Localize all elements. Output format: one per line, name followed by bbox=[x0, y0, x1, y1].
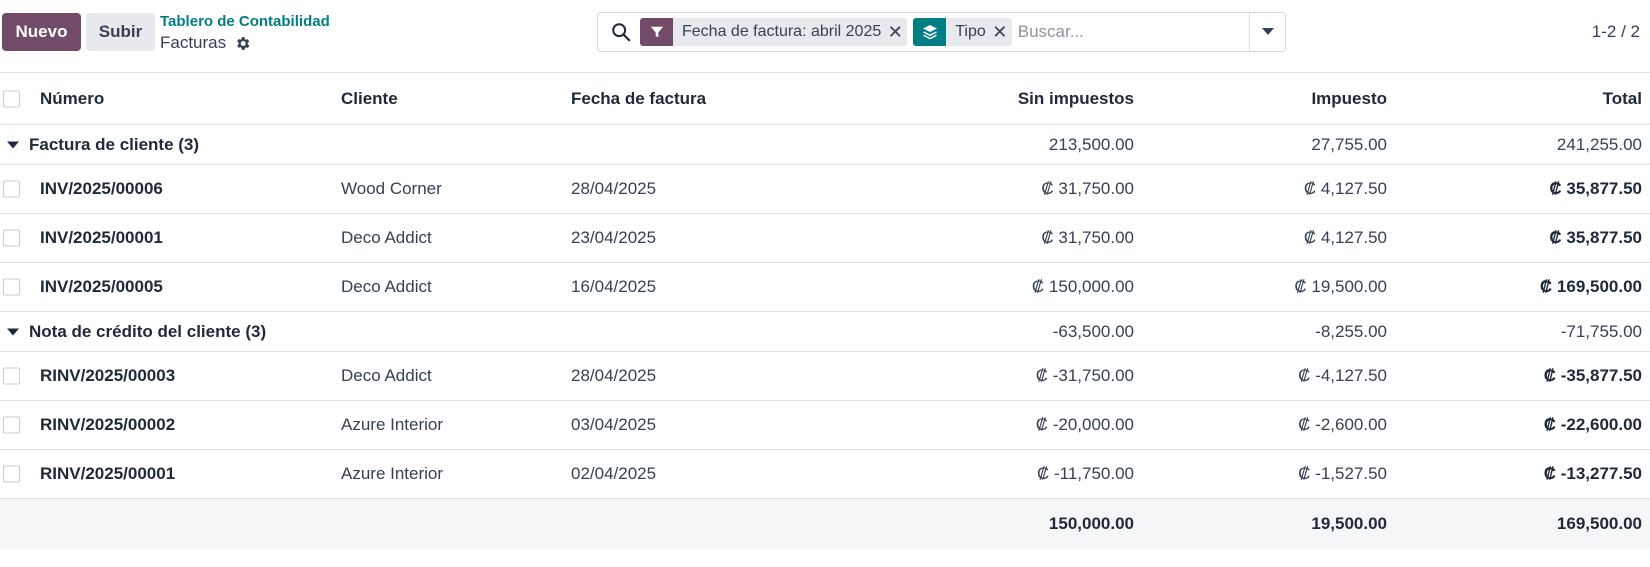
amount-tax: ₡ -4,127.50 bbox=[1298, 366, 1387, 385]
invoice-number: INV/2025/00001 bbox=[40, 228, 163, 247]
group-subtotal-imp: 27,755.00 bbox=[1311, 134, 1387, 154]
amount-total: ₡ 35,877.50 bbox=[1549, 179, 1642, 198]
invoice-list: Número Cliente Fecha de factura Sin impu… bbox=[0, 73, 1650, 549]
table-header: Número Cliente Fecha de factura Sin impu… bbox=[0, 73, 1650, 125]
invoice-number: RINV/2025/00001 bbox=[40, 464, 176, 483]
row-checkbox[interactable] bbox=[3, 229, 20, 247]
column-header-fecha[interactable]: Fecha de factura bbox=[571, 73, 706, 124]
filter-facet-label: Fecha de factura: abril 2025 bbox=[682, 23, 882, 40]
table-row[interactable]: INV/2025/00006 Wood Corner 28/04/2025 ₡ … bbox=[0, 165, 1650, 214]
invoice-number: RINV/2025/00002 bbox=[40, 415, 176, 434]
customer-name: Deco Addict bbox=[341, 366, 432, 385]
invoice-date: 28/04/2025 bbox=[571, 179, 657, 198]
caret-down-icon bbox=[7, 141, 19, 148]
filter-facet: Fecha de factura: abril 2025 ✕ bbox=[640, 18, 908, 46]
column-header-impuesto[interactable]: Impuesto bbox=[1311, 73, 1387, 124]
gear-icon[interactable] bbox=[234, 35, 251, 52]
group-subtotal-total: 241,255.00 bbox=[1556, 134, 1642, 154]
group-label: Factura de cliente (3) bbox=[29, 134, 200, 154]
invoice-number: INV/2025/00005 bbox=[40, 277, 163, 296]
invoice-number: INV/2025/00006 bbox=[40, 179, 163, 198]
row-checkbox[interactable] bbox=[3, 180, 20, 198]
customer-name: Azure Interior bbox=[341, 464, 444, 483]
group-subtotal-imp: -8,255.00 bbox=[1315, 321, 1387, 341]
invoice-date: 28/04/2025 bbox=[571, 366, 657, 385]
remove-filter-icon[interactable]: ✕ bbox=[887, 22, 907, 43]
breadcrumb-parent-link[interactable]: Tablero de Contabilidad bbox=[160, 13, 330, 30]
search-input[interactable] bbox=[1017, 22, 1249, 42]
customer-name: Wood Corner bbox=[341, 179, 442, 198]
column-header-sin-impuestos[interactable]: Sin impuestos bbox=[1018, 73, 1134, 124]
row-checkbox[interactable] bbox=[3, 367, 20, 385]
invoice-date: 03/04/2025 bbox=[571, 415, 657, 434]
new-button[interactable]: Nuevo bbox=[2, 13, 81, 51]
column-header-numero[interactable]: Número bbox=[40, 73, 104, 124]
column-header-total[interactable]: Total bbox=[1603, 73, 1642, 124]
amount-total: ₡ -13,277.50 bbox=[1543, 464, 1642, 483]
control-panel: Nuevo Subir Tablero de Contabilidad Fact… bbox=[0, 0, 1650, 73]
group-row-facturas-cliente[interactable]: Factura de cliente (3) 213,500.00 27,755… bbox=[0, 125, 1650, 165]
caret-down-icon bbox=[7, 328, 19, 335]
group-label: Nota de crédito del cliente (3) bbox=[29, 321, 267, 341]
amount-untaxed: ₡ -31,750.00 bbox=[1035, 366, 1134, 385]
row-checkbox[interactable] bbox=[3, 465, 20, 483]
table-row[interactable]: INV/2025/00005 Deco Addict 16/04/2025 ₡ … bbox=[0, 263, 1650, 312]
customer-name: Deco Addict bbox=[341, 228, 432, 247]
breadcrumb-current: Facturas bbox=[160, 33, 251, 53]
search-bar: Fecha de factura: abril 2025 ✕ Tipo ✕ bbox=[597, 12, 1286, 52]
amount-untaxed: ₡ -20,000.00 bbox=[1035, 415, 1134, 434]
group-subtotal-total: -71,755.00 bbox=[1560, 321, 1642, 341]
total-amount: 169,500.00 bbox=[1556, 514, 1642, 533]
amount-tax: ₡ 4,127.50 bbox=[1303, 228, 1387, 247]
amount-untaxed: ₡ -11,750.00 bbox=[1036, 464, 1134, 483]
amount-untaxed: ₡ 31,750.00 bbox=[1041, 228, 1134, 247]
amount-tax: ₡ 19,500.00 bbox=[1294, 277, 1387, 296]
row-checkbox[interactable] bbox=[3, 278, 20, 296]
customer-name: Azure Interior bbox=[341, 415, 444, 434]
groupby-facet-label: Tipo bbox=[955, 23, 986, 40]
layers-icon bbox=[913, 18, 947, 46]
filter-icon bbox=[640, 18, 673, 46]
amount-total: ₡ -22,600.00 bbox=[1543, 415, 1642, 434]
total-untaxed: 150,000.00 bbox=[1048, 514, 1134, 533]
table-row[interactable]: RINV/2025/00002 Azure Interior 03/04/202… bbox=[0, 401, 1650, 450]
page-title: Facturas bbox=[160, 33, 227, 52]
amount-total: ₡ 169,500.00 bbox=[1539, 277, 1642, 296]
column-header-cliente[interactable]: Cliente bbox=[341, 73, 398, 124]
invoice-date: 02/04/2025 bbox=[571, 464, 657, 483]
amount-tax: ₡ -1,527.50 bbox=[1298, 464, 1387, 483]
amount-tax: ₡ 4,127.50 bbox=[1303, 179, 1387, 198]
invoice-date: 16/04/2025 bbox=[571, 277, 657, 296]
search-options-toggle[interactable] bbox=[1249, 13, 1285, 51]
table-row[interactable]: RINV/2025/00001 Azure Interior 02/04/202… bbox=[0, 450, 1650, 499]
table-footer-totals: 150,000.00 19,500.00 169,500.00 bbox=[0, 499, 1650, 549]
amount-untaxed: ₡ 31,750.00 bbox=[1041, 179, 1134, 198]
group-subtotal-sin: -63,500.00 bbox=[1052, 321, 1134, 341]
amount-total: ₡ 35,877.50 bbox=[1549, 228, 1642, 247]
select-all-checkbox[interactable] bbox=[3, 90, 20, 107]
invoice-number: RINV/2025/00003 bbox=[40, 366, 176, 385]
groupby-facet: Tipo ✕ bbox=[913, 18, 1012, 46]
group-row-notas-credito[interactable]: Nota de crédito del cliente (3) -63,500.… bbox=[0, 312, 1650, 352]
remove-groupby-icon[interactable]: ✕ bbox=[992, 22, 1012, 43]
amount-tax: ₡ -2,600.00 bbox=[1298, 415, 1387, 434]
row-checkbox[interactable] bbox=[3, 416, 20, 434]
table-row[interactable]: RINV/2025/00003 Deco Addict 28/04/2025 ₡… bbox=[0, 352, 1650, 401]
invoice-date: 23/04/2025 bbox=[571, 228, 657, 247]
amount-total: ₡ -35,877.50 bbox=[1543, 366, 1642, 385]
table-row[interactable]: INV/2025/00001 Deco Addict 23/04/2025 ₡ … bbox=[0, 214, 1650, 263]
search-icon[interactable] bbox=[610, 21, 632, 43]
group-subtotal-sin: 213,500.00 bbox=[1048, 134, 1134, 154]
total-tax: 19,500.00 bbox=[1311, 514, 1387, 533]
amount-untaxed: ₡ 150,000.00 bbox=[1031, 277, 1134, 296]
upload-button[interactable]: Subir bbox=[86, 13, 155, 51]
customer-name: Deco Addict bbox=[341, 277, 432, 296]
pager-value[interactable]: 1-2 / 2 bbox=[1592, 22, 1640, 42]
caret-down-icon bbox=[1261, 28, 1274, 35]
